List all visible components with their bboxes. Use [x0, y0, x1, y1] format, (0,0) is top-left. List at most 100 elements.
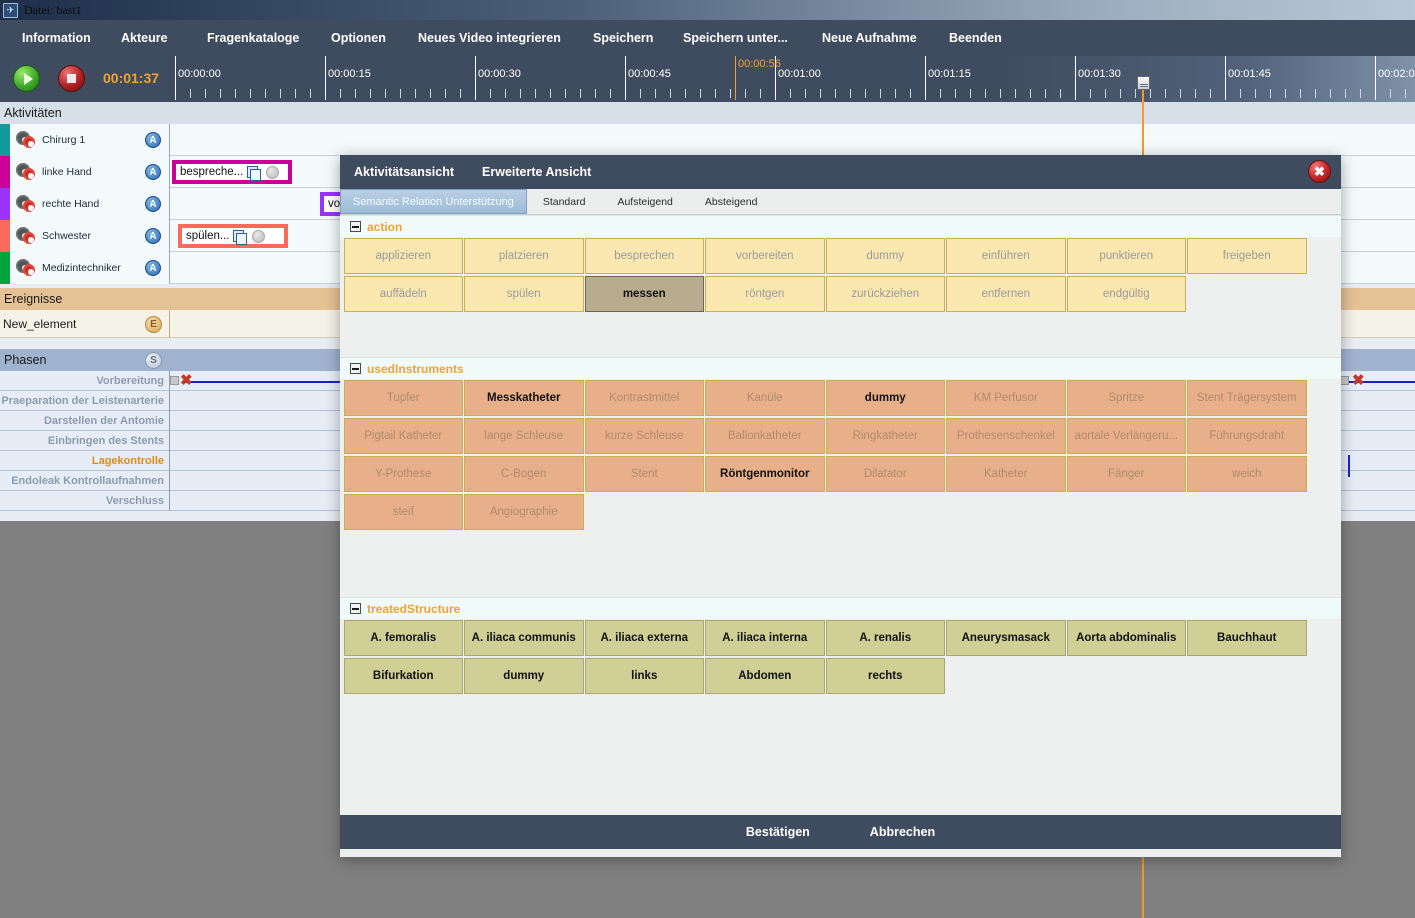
circle-handle-icon[interactable] — [266, 165, 280, 179]
phase-label-darstellen-der-antomie[interactable]: Darstellen der Antomie — [0, 411, 170, 431]
phase-label-praeparation-der-leistenarterie[interactable]: Praeparation der Leistenarterie — [0, 391, 170, 411]
option-dummy[interactable]: dummy — [464, 658, 584, 694]
sort-semantic-relation[interactable]: Semantic Relation Unterstützung — [340, 189, 527, 214]
option-weich[interactable]: weich — [1187, 456, 1307, 492]
sort-aufsteigend[interactable]: Aufsteigend — [601, 189, 688, 214]
option-aneurysmasack[interactable]: Aneurysmasack — [946, 620, 1066, 656]
option-dummy[interactable]: dummy — [825, 380, 945, 416]
option-c-bogen[interactable]: C-Bogen — [464, 456, 584, 492]
cancel-button[interactable]: Abbrechen — [870, 825, 935, 839]
copy-icon[interactable] — [247, 165, 262, 181]
option-einf-hren[interactable]: einführen — [946, 238, 1066, 274]
option-ballonkatheter[interactable]: Ballonkatheter — [705, 418, 825, 454]
track-timeline-area[interactable] — [170, 124, 1415, 156]
sort-absteigend[interactable]: Absteigend — [689, 189, 774, 214]
option-freigeben[interactable]: freigeben — [1187, 238, 1307, 274]
actor-badge[interactable]: A — [145, 132, 161, 148]
option-bauchhaut[interactable]: Bauchhaut — [1187, 620, 1307, 656]
actor-badge[interactable]: A — [145, 164, 161, 180]
option-abdomen[interactable]: Abdomen — [705, 658, 825, 694]
track-label-linke-hand[interactable]: linke Hand A — [0, 156, 170, 188]
option-messkatheter[interactable]: Messkatheter — [464, 380, 584, 416]
option-kontrastmittel[interactable]: Kontrastmittel — [584, 380, 704, 416]
menu-item-speichern[interactable]: Speichern — [585, 27, 661, 49]
phase-label-lagekontrolle[interactable]: Lagekontrolle — [0, 451, 170, 471]
option-entfernen[interactable]: entfernen — [946, 276, 1066, 312]
menu-item-fragenkataloge[interactable]: Fragenkataloge — [199, 27, 307, 49]
option-steif[interactable]: steif — [343, 494, 463, 530]
menu-item-optionen[interactable]: Optionen — [323, 27, 394, 49]
option-tupfer[interactable]: Tupfer — [343, 380, 463, 416]
option-angiographie[interactable]: Angiographie — [464, 494, 584, 530]
activity-block[interactable]: bespreche... — [172, 160, 292, 184]
option-auff-deln[interactable]: auffädeln — [343, 276, 463, 312]
actor-badge[interactable]: A — [145, 228, 161, 244]
option-a-iliaca-externa[interactable]: A. iliaca externa — [584, 620, 704, 656]
phase-start-handle[interactable] — [170, 376, 179, 385]
phase-label-einbringen-des-stents[interactable]: Einbringen des Stents — [0, 431, 170, 451]
option-stent-tr-gersystem[interactable]: Stent Trägersystem — [1187, 380, 1307, 416]
option-dummy[interactable]: dummy — [825, 238, 945, 274]
option-endg-ltig[interactable]: endgültig — [1066, 276, 1186, 312]
collapse-toggle-action[interactable] — [350, 221, 361, 232]
option-aortale-verl-ngeru[interactable]: aortale Verlängeru... — [1066, 418, 1186, 454]
option-punktieren[interactable]: punktieren — [1066, 238, 1186, 274]
delete-phase-icon-right[interactable]: ✖ — [1352, 373, 1365, 388]
option-a-femoralis[interactable]: A. femoralis — [343, 620, 463, 656]
actor-badge[interactable]: A — [145, 260, 161, 276]
option-a-renalis[interactable]: A. renalis — [825, 620, 945, 656]
menu-item-beenden[interactable]: Beenden — [941, 27, 1010, 49]
sort-standard[interactable]: Standard — [527, 189, 602, 214]
phase-label-endoleak-kontrollaufnahmen[interactable]: Endoleak Kontrollaufnahmen — [0, 471, 170, 491]
option-rechts[interactable]: rechts — [825, 658, 945, 694]
phase-end-handle[interactable] — [1340, 376, 1349, 385]
track-label-medizintechniker[interactable]: Medizintechniker A — [0, 252, 170, 284]
option-bifurkation[interactable]: Bifurkation — [343, 658, 463, 694]
option-km-perfusor[interactable]: KM Perfusor — [946, 380, 1066, 416]
menu-item-neue-aufnahme[interactable]: Neue Aufnahme — [814, 27, 925, 49]
timeline-ruler[interactable]: 00:00:00 00:00:15 00:00:30 00:00:45 00:01:00… — [170, 56, 1415, 102]
option-vorbereiten[interactable]: vorbereiten — [705, 238, 825, 274]
option-stent[interactable]: Stent — [584, 456, 704, 492]
phase-label-vorbereitung[interactable]: Vorbereitung — [0, 371, 170, 391]
option-y-prothese[interactable]: Y-Prothese — [343, 456, 463, 492]
option-besprechen[interactable]: besprechen — [584, 238, 704, 274]
tab-erweiterte-ansicht[interactable]: Erweiterte Ansicht — [468, 165, 605, 179]
menu-item-neues-video-integrieren[interactable]: Neues Video integrieren — [410, 27, 569, 49]
track-label-schwester[interactable]: Schwester A — [0, 220, 170, 252]
actor-badge[interactable]: A — [145, 196, 161, 212]
copy-icon[interactable] — [233, 229, 248, 245]
menu-item-information[interactable]: Information — [14, 27, 99, 49]
menu-item-akteure[interactable]: Akteure — [113, 27, 176, 49]
event-badge[interactable]: E — [145, 316, 162, 333]
playhead-handle[interactable] — [1137, 76, 1150, 90]
option-pigtail-katheter[interactable]: Pigtail Katheter — [343, 418, 463, 454]
option-zur-ckziehen[interactable]: zurückziehen — [825, 276, 945, 312]
circle-handle-icon[interactable] — [252, 229, 266, 243]
option-f-hrungsdraht[interactable]: Führungsdraht — [1187, 418, 1307, 454]
option-katheter[interactable]: Katheter — [946, 456, 1066, 492]
option-messen[interactable]: messen — [584, 276, 704, 312]
play-icon[interactable] — [13, 65, 40, 92]
option-r-ntgen[interactable]: röntgen — [705, 276, 825, 312]
option-sp-len[interactable]: spülen — [464, 276, 584, 312]
option-lange-schleuse[interactable]: lange Schleuse — [464, 418, 584, 454]
option-prothesenschenkel[interactable]: Prothesenschenkel — [946, 418, 1066, 454]
option-kurze-schleuse[interactable]: kurze Schleuse — [584, 418, 704, 454]
option-spritze[interactable]: Spritze — [1066, 380, 1186, 416]
menu-item-speichern-unter[interactable]: Speichern unter... — [675, 27, 796, 49]
track-label-rechte-hand[interactable]: rechte Hand A — [0, 188, 170, 220]
activity-block[interactable]: spülen... — [178, 224, 288, 248]
option-f-nger[interactable]: Fänger — [1066, 456, 1186, 492]
option-links[interactable]: links — [584, 658, 704, 694]
collapse-toggle-usedInstruments[interactable] — [350, 363, 361, 374]
tab-aktivitaetsansicht[interactable]: Aktivitätsansicht — [340, 165, 468, 179]
collapse-toggle-treatedStructure[interactable] — [350, 603, 361, 614]
option-ringkatheter[interactable]: Ringkatheter — [825, 418, 945, 454]
option-platzieren[interactable]: platzieren — [464, 238, 584, 274]
option-kan-le[interactable]: Kanüle — [705, 380, 825, 416]
option-r-ntgenmonitor[interactable]: Röntgenmonitor — [705, 456, 825, 492]
option-dilatator[interactable]: Dilatator — [825, 456, 945, 492]
confirm-button[interactable]: Bestätigen — [746, 825, 810, 839]
phase-label-verschluss[interactable]: Verschluss — [0, 491, 170, 511]
